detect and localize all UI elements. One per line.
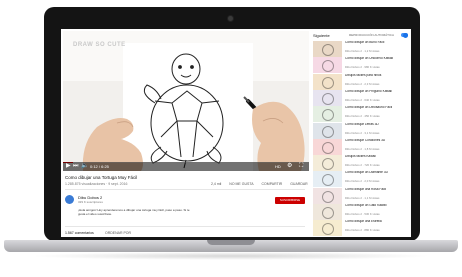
sidebar-video-title[interactable]: Cómo dibujar un Diamante 3D [345, 171, 407, 175]
sidebar-video-item[interactable]: Cómo dibujar una Estrella Dibu Dobos 2 · … [313, 220, 409, 237]
sort-comments-button[interactable]: ORDENAR POR [105, 231, 131, 235]
up-next-label: Siguiente [313, 33, 330, 38]
next-icon[interactable]: ⏭ [73, 163, 78, 170]
volume-icon[interactable]: 🔈 [81, 163, 88, 170]
thumbnail-drawing-icon [322, 190, 334, 203]
video-thumbnail[interactable] [313, 122, 342, 139]
sidebar-video-meta: Dibu Dobos 2 · 1,2 M vistas [345, 49, 380, 53]
sidebar-video-title[interactable]: Cómo dibujar una Estrella [345, 220, 407, 224]
thumbnail-drawing-icon [322, 92, 334, 105]
play-icon[interactable]: ▶ [66, 163, 71, 170]
sidebar-video-title[interactable]: Dibujos fáciles para niños [345, 74, 407, 78]
video-thumbnail[interactable] [313, 57, 342, 74]
video-actions: 2,4 mil NO ME GUSTA COMPARTIR GUARDAR ··… [211, 182, 326, 186]
thumbnail-drawing-icon [322, 125, 334, 138]
sidebar-video-meta: Dibu Dobos 2 · 1,1 M vistas [345, 195, 380, 200]
video-thumbnail[interactable] [313, 89, 342, 106]
thumbnail-drawing-icon [322, 158, 334, 171]
sidebar-video-meta: Dibu Dobos 2 · 450 K vistas [345, 114, 380, 119]
thumbnail-drawing-icon [322, 109, 334, 122]
sidebar-video-item[interactable]: Cómo dibujar un Búho Fácil Dibu Dobos 2 ·… [313, 41, 409, 57]
divider [65, 226, 305, 227]
sidebar-video-item[interactable]: Dibujos fáciles para niños Dibu Dobos 2 ·… [313, 73, 409, 90]
video-thumbnail[interactable] [313, 41, 342, 57]
sidebar-video-title[interactable]: Cómo dibujar Letras 3D [345, 123, 407, 127]
video-title: Como dibujar una Tortuga Muy Fácil [65, 175, 138, 180]
autoplay-label: REPRODUCCIÓN AUTOMÁTICA [349, 33, 394, 37]
video-thumbnail[interactable] [313, 187, 342, 204]
sidebar-video-item[interactable]: Cómo dibujar Letras 3D Dibu Dobos 2 · 3,1… [313, 122, 409, 139]
video-thumbnail[interactable] [313, 155, 342, 172]
like-button[interactable]: 2,4 mil [211, 182, 221, 186]
sidebar-video-item[interactable]: Dibujos fáciles Kawaii Dibu Dobos 2 · 720… [313, 155, 409, 172]
channel-avatar[interactable] [65, 195, 74, 204]
sidebar-video-meta: Dibu Dobos 2 · 1,8 M vistas [345, 146, 380, 151]
video-thumbnail[interactable] [313, 204, 342, 220]
sidebar-video-title[interactable]: Cómo dibujar un Búho Fácil [345, 41, 407, 45]
sidebar-video-title[interactable]: Cómo dibujar un Pingüino Kawaii [345, 90, 407, 94]
sidebar-video-item[interactable]: Cómo dibujar un Diamante 3D Dibu Dobos 2 … [313, 171, 409, 188]
dislike-button[interactable]: NO ME GUSTA [229, 182, 253, 186]
video-player[interactable]: DRAW SO CUTE ▶ ⏭ 🔈 0:12 / 6:25 HD ⚙ ⛶ [63, 31, 309, 171]
webcam-icon [228, 16, 233, 21]
channel-watermark: DRAW SO CUTE [73, 42, 126, 48]
share-button[interactable]: COMPARTIR [262, 182, 283, 186]
comment-count: 1.567 comentarios [65, 231, 94, 235]
thumbnail-drawing-icon [322, 60, 334, 73]
autoplay-toggle[interactable] [401, 32, 408, 38]
sidebar-video-meta: Dibu Dobos 2 · 530 K vistas [345, 212, 380, 216]
thumbnail-drawing-icon [322, 141, 334, 154]
sidebar-video-meta: Dibu Dobos 2 · 980 K vistas [345, 65, 380, 70]
video-thumbnail[interactable] [313, 106, 342, 123]
up-next-sidebar: Siguiente REPRODUCCIÓN AUTOMÁTICA Cómo d… [313, 31, 409, 237]
thumbnail-drawing-icon [322, 76, 334, 89]
subscribe-button[interactable]: SUSCRIBIRSE [275, 197, 305, 204]
sidebar-video-title[interactable]: Cómo dibujar una Rosa Fácil [345, 188, 407, 192]
hd-badge[interactable]: HD [275, 163, 281, 170]
sidebar-video-meta: Dibu Dobos 2 · 2,0 M vistas [345, 179, 380, 184]
sidebar-video-title[interactable]: Cómo dibujar un Gato Kawaii [345, 204, 407, 208]
thumbnail-drawing-icon [322, 44, 334, 56]
browser-screen: DRAW SO CUTE ▶ ⏭ 🔈 0:12 / 6:25 HD ⚙ ⛶ Co… [61, 29, 411, 237]
sidebar-video-meta: Dibu Dobos 2 · 2,3 M vistas [345, 81, 380, 86]
sidebar-video-meta: Dibu Dobos 2 · 640 K vistas [345, 97, 380, 102]
settings-icon[interactable]: ⚙ [287, 163, 292, 170]
sidebar-video-title[interactable]: Cómo dibujar Corazones 3D [345, 139, 407, 143]
sidebar-video-item[interactable]: Cómo dibujar una Rosa Fácil Dibu Dobos 2 … [313, 187, 409, 204]
thumbnail-drawing-icon [322, 223, 334, 236]
thumbnail-drawing-icon [322, 174, 334, 187]
laptop-base [4, 240, 458, 252]
fullscreen-icon[interactable]: ⛶ [299, 163, 303, 170]
sidebar-video-item[interactable]: Cómo dibujar un Unicornio Kawaii Dibu Dob… [313, 57, 409, 74]
video-description: ¡Hola amigos! Hoy aprenderemos a dibujar… [78, 208, 190, 216]
divider [65, 189, 305, 190]
laptop-shadow [30, 252, 432, 260]
sidebar-video-meta: Dibu Dobos 2 · 880 K vistas [345, 228, 380, 233]
video-thumbnail[interactable] [313, 220, 342, 237]
sidebar-video-meta: Dibu Dobos 2 · 3,1 M vistas [345, 130, 380, 135]
save-button[interactable]: GUARDAR [290, 182, 308, 186]
sidebar-video-meta: Dibu Dobos 2 · 720 K vistas [345, 163, 380, 168]
time-display: 0:12 / 6:25 [90, 164, 109, 169]
thumbnail-drawing-icon [322, 207, 334, 219]
video-thumbnail[interactable] [313, 73, 342, 90]
sidebar-video-item[interactable]: Cómo dibujar Corazones 3D Dibu Dobos 2 · … [313, 138, 409, 155]
video-views: 1.285.875 visualizaciones · 9 sept. 2016 [65, 182, 128, 186]
laptop-notch [207, 240, 255, 245]
sidebar-video-title[interactable]: Cómo dibujar un Dinosaurio Fácil [345, 106, 407, 110]
player-controls: ▶ ⏭ 🔈 0:12 / 6:25 HD ⚙ ⛶ [63, 162, 309, 171]
sidebar-video-item[interactable]: Cómo dibujar un Dinosaurio Fácil Dibu Dob… [313, 106, 409, 123]
sidebar-video-title[interactable]: Cómo dibujar un Unicornio Kawaii [345, 57, 407, 61]
video-thumbnail[interactable] [313, 138, 342, 155]
subscriber-count: 329 K suscriptores [78, 200, 103, 204]
sidebar-video-item[interactable]: Cómo dibujar un Pingüino Kawaii Dibu Dobo… [313, 89, 409, 106]
sidebar-video-item[interactable]: Cómo dibujar un Gato Kawaii Dibu Dobos 2 … [313, 204, 409, 220]
video-thumbnail[interactable] [313, 171, 342, 188]
sidebar-video-title[interactable]: Dibujos fáciles Kawaii [345, 155, 407, 159]
video-frame-drawing [63, 31, 309, 171]
